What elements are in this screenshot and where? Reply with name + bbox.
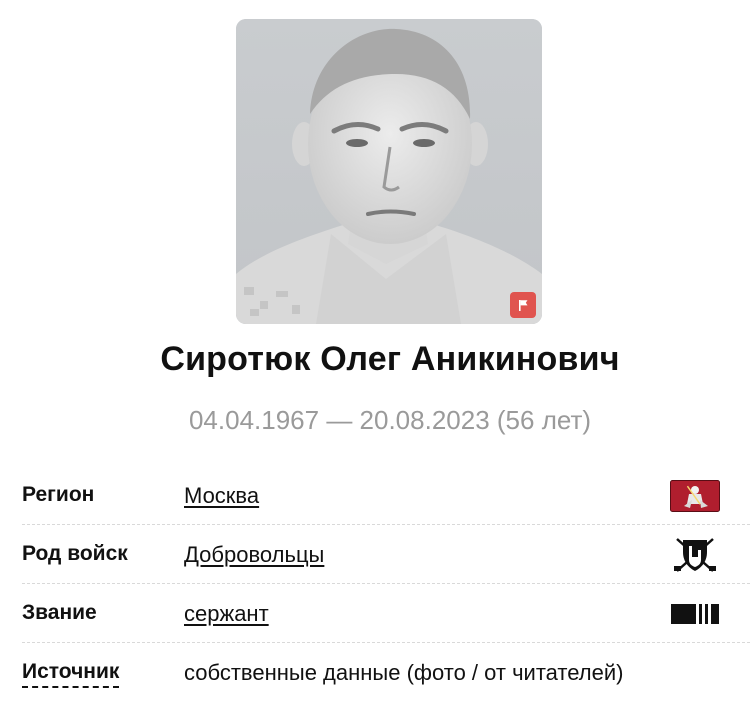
rank-label: Звание xyxy=(22,601,97,624)
region-link[interactable]: Москва xyxy=(184,483,259,509)
branch-link[interactable]: Добровольцы xyxy=(184,542,324,568)
sergeant-stripes-icon xyxy=(670,597,720,631)
person-name: Сиротюк Олег Аникинович xyxy=(160,340,620,378)
info-row-branch: Род войск Добровольцы xyxy=(22,525,750,584)
info-row-rank: Звание сержант xyxy=(22,584,750,643)
moscow-coat-of-arms-icon xyxy=(670,479,720,513)
rank-link[interactable]: сержант xyxy=(184,601,269,627)
info-row-source: Источник собственные данные (фото / от ч… xyxy=(22,643,750,701)
memorial-card: Сиротюк Олег Аникинович 04.04.1967 — 20.… xyxy=(0,0,750,706)
portrait-image xyxy=(236,19,542,324)
region-label: Регион xyxy=(22,483,95,506)
shield-swords-icon xyxy=(670,538,720,572)
life-dates: 04.04.1967 — 20.08.2023 (56 лет) xyxy=(188,405,592,435)
source-value: собственные данные (фото / от читателей) xyxy=(184,660,624,685)
flag-icon[interactable] xyxy=(510,292,536,318)
portrait-photo xyxy=(236,19,542,324)
info-table: Регион Москва Род войск Добровольцы Зван… xyxy=(22,466,750,701)
info-row-region: Регион Москва xyxy=(22,466,750,525)
source-label[interactable]: Источник xyxy=(22,660,120,688)
branch-label: Род войск xyxy=(22,542,128,565)
